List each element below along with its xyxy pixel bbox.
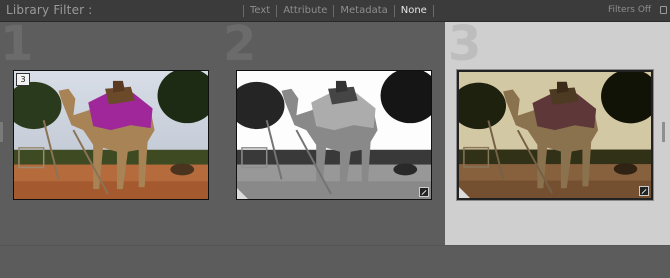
left-panel-toggle[interactable] — [0, 122, 3, 142]
tab-attribute[interactable]: Attribute — [277, 4, 333, 18]
filter-tabs: Text Attribute Metadata None — [243, 4, 434, 18]
tab-metadata[interactable]: Metadata — [334, 4, 393, 18]
grid-cell-selected[interactable]: 3 — [445, 16, 670, 245]
photo-badge: 3 — [16, 73, 30, 86]
library-filter-bar: Library Filter : Text Attribute Metadata… — [0, 0, 670, 22]
cell-index-number: 3 — [448, 16, 482, 72]
camel-photo — [237, 71, 431, 199]
tab-divider — [432, 5, 434, 17]
grid-cell[interactable]: 1 3 — [0, 16, 223, 245]
cell-index-number: 2 — [223, 16, 257, 72]
cell-index-number: 1 — [0, 16, 34, 72]
develop-adjustments-icon[interactable] — [639, 186, 649, 196]
virtual-copy-corner-icon — [459, 187, 470, 198]
filter-preset-dropdown[interactable]: Filters Off — [608, 5, 651, 15]
virtual-copy-corner-icon — [237, 188, 248, 199]
lock-icon[interactable] — [660, 6, 667, 14]
grid-cell[interactable]: 2 — [223, 16, 445, 245]
develop-adjustments-icon[interactable] — [419, 187, 429, 197]
tab-none[interactable]: None — [395, 4, 433, 18]
photo-thumbnail[interactable] — [456, 69, 654, 201]
photo-thumbnail[interactable]: 3 — [13, 70, 209, 200]
photo-grid: 1 3 2 3 — [0, 16, 670, 245]
camel-photo — [14, 71, 208, 199]
photo-thumbnail[interactable] — [236, 70, 432, 200]
camel-photo — [459, 72, 651, 198]
grid-empty-row — [0, 245, 670, 278]
scrollbar-thumb[interactable] — [662, 122, 665, 142]
library-filter-title: Library Filter : — [6, 3, 93, 17]
